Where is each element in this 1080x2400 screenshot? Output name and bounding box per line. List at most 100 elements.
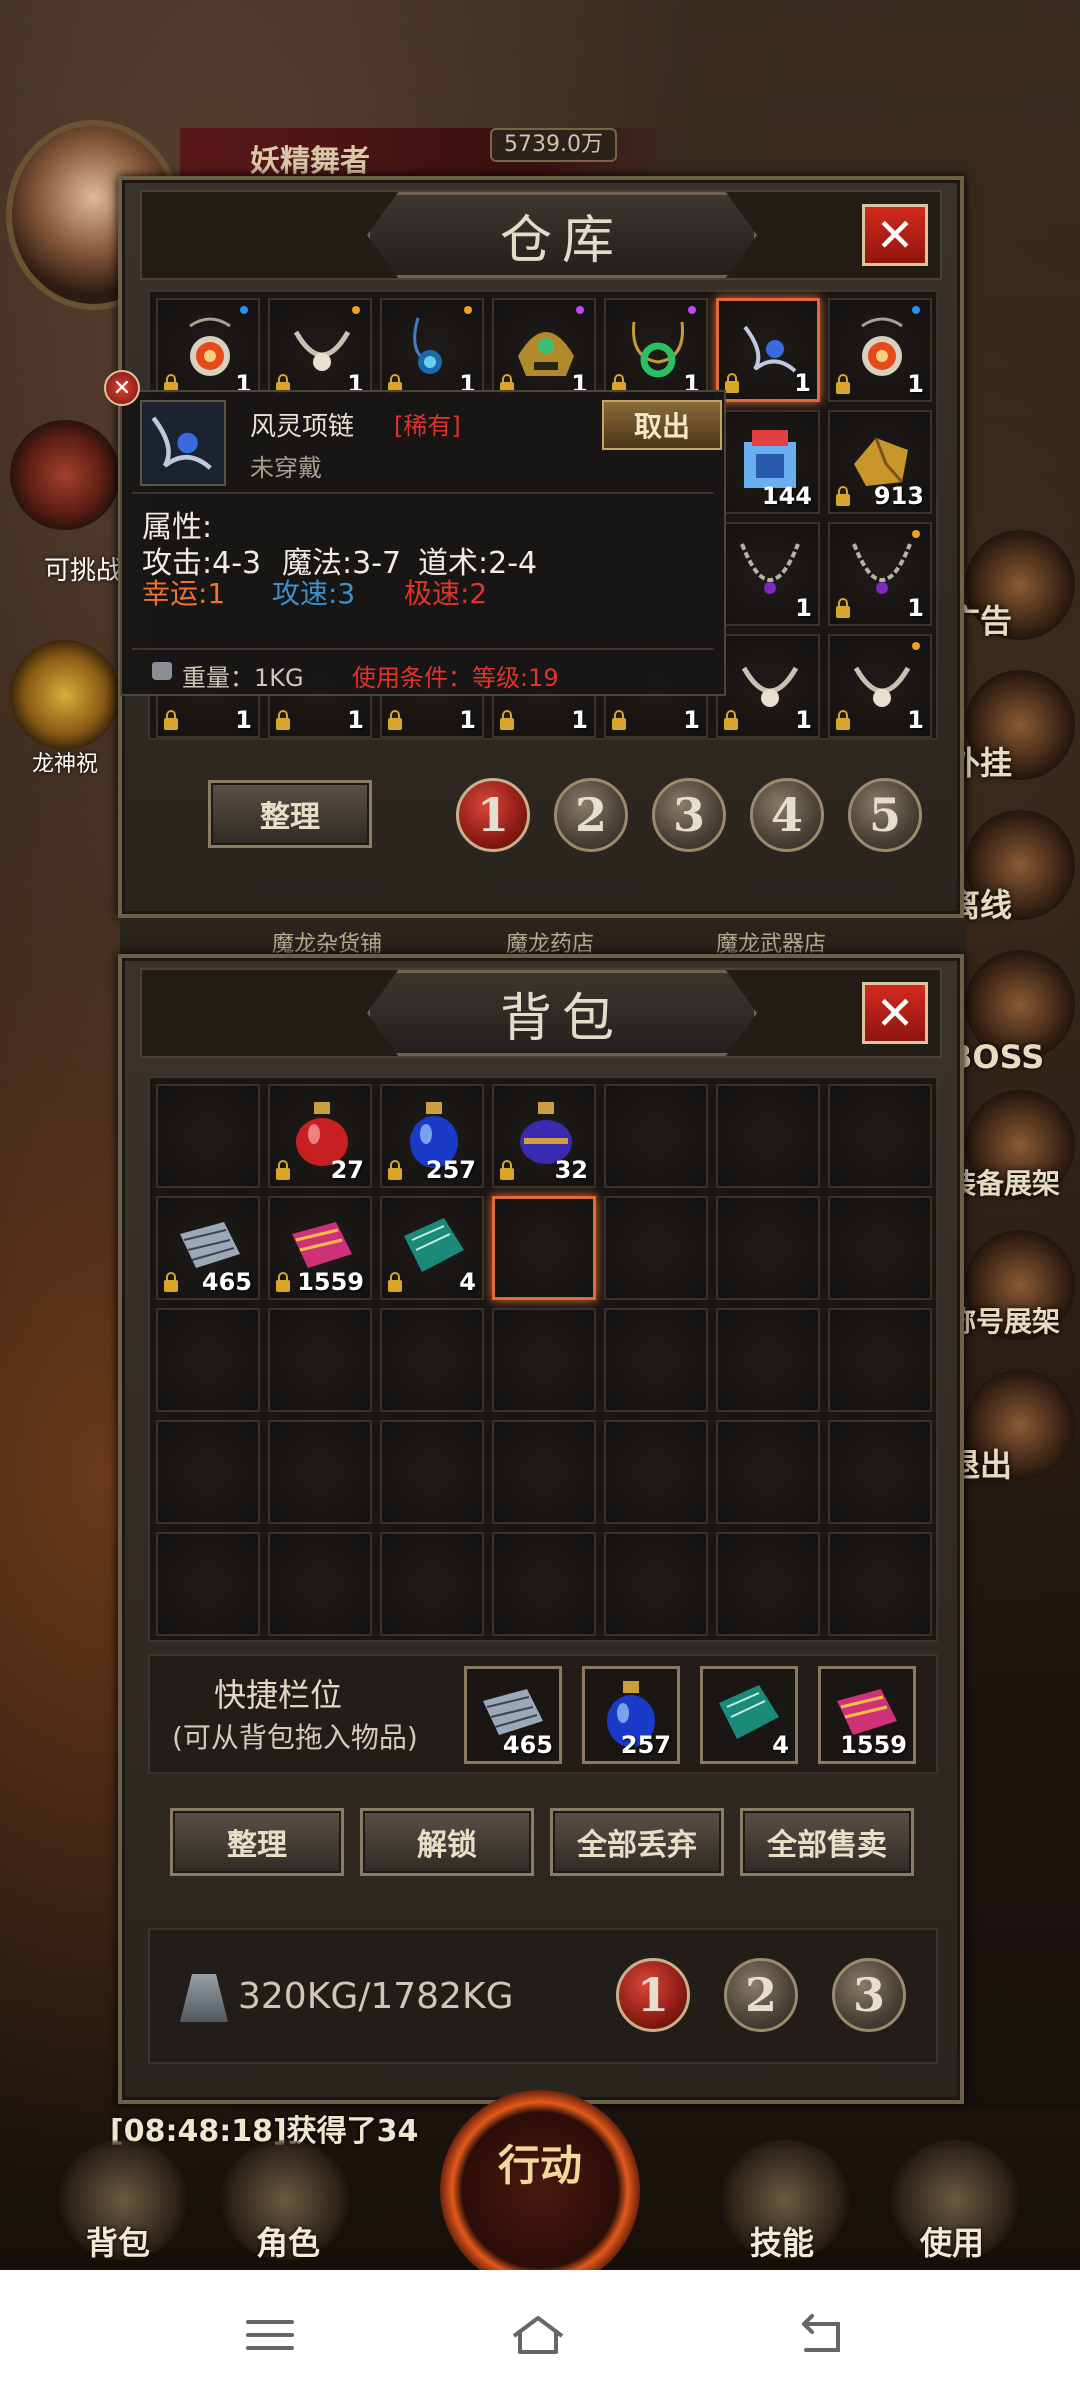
lock-icon [388,1160,402,1180]
lock-icon [388,710,402,730]
backpack-slot-empty[interactable] [492,1532,596,1636]
warehouse-slot[interactable]: 1 [380,298,484,402]
warehouse-page-1[interactable]: 1 [456,778,530,852]
warehouse-close-button[interactable]: ✕ [862,204,928,266]
slot-quantity: 1 [907,594,924,622]
quickbar-slot[interactable]: 1559 [818,1666,916,1764]
backpack-close-button[interactable]: ✕ [862,982,928,1044]
backpack-unlock-button[interactable]: 解锁 [360,1808,534,1876]
backpack-slot-empty[interactable] [828,1532,932,1636]
backpack-slot-empty[interactable] [604,1084,708,1188]
warehouse-slot[interactable]: 1 [828,298,932,402]
warehouse-slot[interactable]: 144 [716,410,820,514]
backpack-slot-empty[interactable] [156,1420,260,1524]
dragon-blessing-label: 龙神祝 [32,752,99,777]
warehouse-slot[interactable]: 1 [828,634,932,738]
backpack-panel: 背包 ✕ 27 257 32 465 1559 4 快捷栏位 (可从背包拖入物品… [118,954,964,2104]
tooltip-close-icon[interactable]: ✕ [104,370,140,406]
character-nav-label: 角色 [256,2224,321,2262]
warehouse-page-5[interactable]: 5 [848,778,922,852]
lock-icon [724,710,738,730]
backpack-slot-empty[interactable] [604,1532,708,1636]
back-icon[interactable] [790,2310,850,2360]
warehouse-slot[interactable]: 1 [828,522,932,626]
take-out-button[interactable]: 取出 [602,400,722,450]
tooltip-luck: 幸运:1 [142,577,226,610]
slot-quantity: 4 [772,1731,789,1759]
slot-quantity: 257 [620,1731,671,1759]
backpack-slot[interactable]: 1559 [268,1196,372,1300]
sell-all-button[interactable]: 全部售卖 [740,1808,914,1876]
tooltip-item-name: 风灵项链 [250,412,355,442]
backpack-page-1[interactable]: 1 [616,1958,690,2032]
backpack-page-3[interactable]: 3 [832,1958,906,2032]
home-icon[interactable] [508,2310,568,2360]
slot-quantity: 144 [761,482,812,510]
tooltip-divider [132,492,714,494]
backpack-slot-empty[interactable] [828,1420,932,1524]
backpack-slot-empty[interactable] [156,1084,260,1188]
backpack-slot[interactable]: 4 [380,1196,484,1300]
warehouse-slot[interactable]: 1 [716,634,820,738]
backpack-slot-empty[interactable] [828,1196,932,1300]
backpack-slot-empty[interactable] [604,1308,708,1412]
backpack-slot-empty[interactable] [156,1308,260,1412]
backpack-slot-empty[interactable] [380,1420,484,1524]
quickbar-slot[interactable]: 465 [464,1666,562,1764]
lock-icon [276,1160,290,1180]
backpack-slot-empty[interactable] [828,1084,932,1188]
backpack-slot-empty[interactable] [716,1308,820,1412]
quickbar-hint: (可从背包拖入物品) [172,1721,418,1754]
quickbar-slot[interactable]: 257 [582,1666,680,1764]
backpack-slot-empty[interactable] [492,1420,596,1524]
backpack-slot[interactable]: 27 [268,1084,372,1188]
backpack-title: 背包 [499,988,624,1049]
backpack-slot-empty[interactable] [716,1196,820,1300]
rarity-dot [912,642,920,650]
backpack-slot-empty[interactable] [492,1308,596,1412]
backpack-slot-empty[interactable] [828,1308,932,1412]
dragon-blessing-icon[interactable] [10,640,120,750]
warehouse-slot-selected[interactable]: 1 [716,298,820,402]
tooltip-item-status: 未穿戴 [250,454,322,482]
slot-quantity: 1 [347,706,364,734]
lock-icon [164,1272,178,1292]
backpack-slot[interactable]: 257 [380,1084,484,1188]
warehouse-page-3[interactable]: 3 [652,778,726,852]
backpack-slot-empty[interactable] [716,1420,820,1524]
tooltip-weight: 重量：1KG [182,664,304,692]
backpack-slot-selected[interactable] [492,1196,596,1300]
warehouse-sort-button[interactable]: 整理 [208,780,372,848]
backpack-slot-empty[interactable] [604,1420,708,1524]
backpack-slot-empty[interactable] [604,1196,708,1300]
lock-icon [388,1272,402,1292]
quickbar-slot[interactable]: 4 [700,1666,798,1764]
warehouse-slot[interactable]: 1 [268,298,372,402]
backpack-slot-empty[interactable] [268,1420,372,1524]
backpack-sort-button[interactable]: 整理 [170,1808,344,1876]
warehouse-page-4[interactable]: 4 [750,778,824,852]
slot-quantity: 1 [683,706,700,734]
warehouse-slot[interactable]: 1 [604,298,708,402]
boss-challenge-icon[interactable] [10,420,120,530]
menu-icon[interactable] [240,2310,300,2360]
backpack-slot-empty[interactable] [380,1532,484,1636]
warehouse-slot[interactable]: 1 [492,298,596,402]
backpack-grid: 27 257 32 465 1559 4 [148,1076,938,1642]
backpack-slot-empty[interactable] [380,1308,484,1412]
backpack-slot-empty[interactable] [268,1308,372,1412]
discard-all-button[interactable]: 全部丢弃 [550,1808,724,1876]
backpack-slot-empty[interactable] [716,1084,820,1188]
backpack-slot-empty[interactable] [156,1532,260,1636]
backpack-page-2[interactable]: 2 [724,1958,798,2032]
backpack-slot[interactable]: 465 [156,1196,260,1300]
warehouse-slot[interactable]: 1 [156,298,260,402]
backpack-slot[interactable]: 32 [492,1084,596,1188]
lock-icon [836,374,850,394]
warehouse-slot[interactable]: 1 [716,522,820,626]
warehouse-page-2[interactable]: 2 [554,778,628,852]
warehouse-slot[interactable]: 913 [828,410,932,514]
backpack-slot-empty[interactable] [716,1532,820,1636]
backpack-slot-empty[interactable] [268,1532,372,1636]
backpack-title-plate: 背包 [367,970,757,1056]
